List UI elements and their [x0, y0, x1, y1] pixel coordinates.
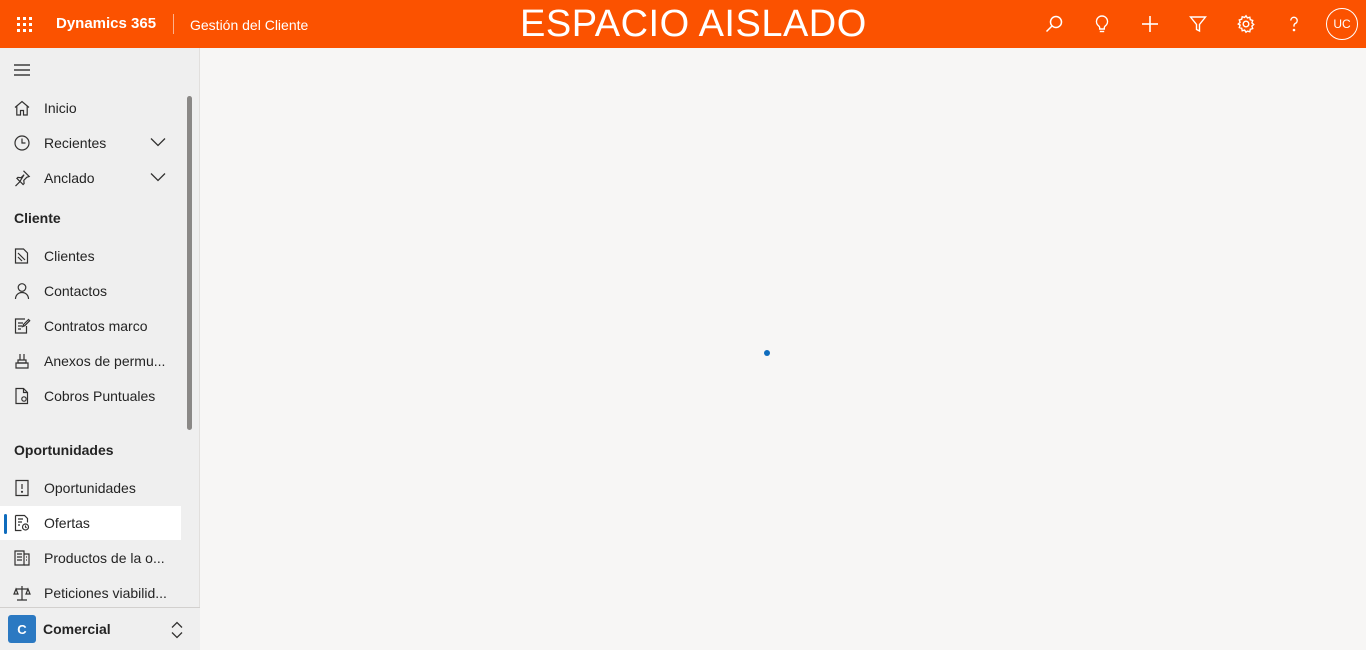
section-title-cliente: Cliente: [14, 210, 61, 226]
sidebar-item-productos[interactable]: Productos de la o...: [0, 541, 181, 575]
sidebar-item-label: Contratos marco: [44, 318, 148, 334]
sidebar-item-inicio[interactable]: Inicio: [0, 91, 181, 125]
area-switcher[interactable]: C Comercial: [0, 607, 200, 650]
sidebar-item-ofertas[interactable]: Ofertas: [0, 506, 181, 540]
accounts-icon: [14, 248, 29, 264]
sidebar-item-anexos[interactable]: Anexos de permu...: [0, 344, 181, 378]
sidebar-item-oportunidades[interactable]: Oportunidades: [0, 471, 181, 505]
sidebar-item-contactos[interactable]: Contactos: [0, 274, 181, 308]
header-divider: [173, 14, 174, 34]
sidebar-item-label: Contactos: [44, 283, 108, 299]
clock-icon: [14, 135, 30, 151]
area-badge: C: [8, 615, 36, 643]
sidebar-item-label: Anclado: [44, 170, 95, 186]
sidebar-item-anclado[interactable]: Anclado: [0, 161, 181, 195]
scale-icon: [13, 586, 31, 601]
top-bar: Dynamics 365 Gestión del Cliente ESPACIO…: [0, 0, 1366, 48]
sidebar-scrollbar[interactable]: [187, 96, 192, 430]
quote-icon: [14, 514, 30, 532]
contact-icon: [14, 283, 30, 300]
sidebar-item-label: Productos de la o...: [44, 550, 165, 566]
brand-title[interactable]: Dynamics 365: [56, 0, 156, 48]
sidebar-item-label: Clientes: [44, 248, 95, 264]
main-content: [200, 48, 1366, 650]
help-icon[interactable]: [1278, 8, 1310, 40]
loading-spinner: [764, 350, 770, 356]
environment-banner: ESPACIO AISLADO: [520, 3, 867, 45]
hamburger-menu-icon[interactable]: [12, 60, 32, 80]
sidebar-item-label: Cobros Puntuales: [44, 388, 156, 404]
lightbulb-icon[interactable]: [1086, 8, 1118, 40]
filter-icon[interactable]: [1182, 8, 1214, 40]
app-launcher-icon[interactable]: [10, 10, 38, 38]
sidebar-item-clientes[interactable]: Clientes: [0, 239, 181, 273]
settings-icon[interactable]: [1230, 8, 1262, 40]
chevron-down-icon[interactable]: [150, 172, 166, 182]
sidebar-item-cobros-puntuales[interactable]: Cobros Puntuales: [0, 379, 181, 413]
selected-indicator: [4, 514, 7, 534]
products-icon: [14, 550, 30, 566]
chevron-down-icon[interactable]: [150, 137, 166, 147]
search-icon[interactable]: [1038, 8, 1070, 40]
app-name[interactable]: Gestión del Cliente: [190, 0, 308, 48]
contract-icon: [14, 318, 31, 334]
document-icon: [15, 387, 29, 405]
pin-icon: [15, 170, 31, 187]
sidebar-item-label: Anexos de permu...: [44, 353, 166, 369]
opportunity-icon: [15, 479, 29, 497]
annex-icon: [15, 354, 29, 369]
sidebar-item-label: Ofertas: [44, 515, 90, 531]
sidebar-item-recientes[interactable]: Recientes: [0, 126, 181, 160]
sidebar-item-label: Peticiones viabilid...: [44, 585, 167, 601]
area-name: Comercial: [43, 621, 111, 637]
sidebar-item-contratos-marco[interactable]: Contratos marco: [0, 309, 181, 343]
section-title-oportunidades: Oportunidades: [14, 442, 114, 458]
add-icon[interactable]: [1134, 8, 1166, 40]
home-icon: [14, 100, 30, 116]
sidebar-item-peticiones[interactable]: Peticiones viabilid...: [0, 576, 181, 610]
sidebar-item-label: Inicio: [44, 100, 77, 116]
sidebar-item-label: Recientes: [44, 135, 107, 151]
avatar[interactable]: UC: [1326, 8, 1358, 40]
sidebar: Inicio Recientes Anclado Cliente Cliente…: [0, 48, 200, 650]
sidebar-item-label: Oportunidades: [44, 480, 136, 496]
chevron-up-down-icon: [171, 621, 183, 639]
